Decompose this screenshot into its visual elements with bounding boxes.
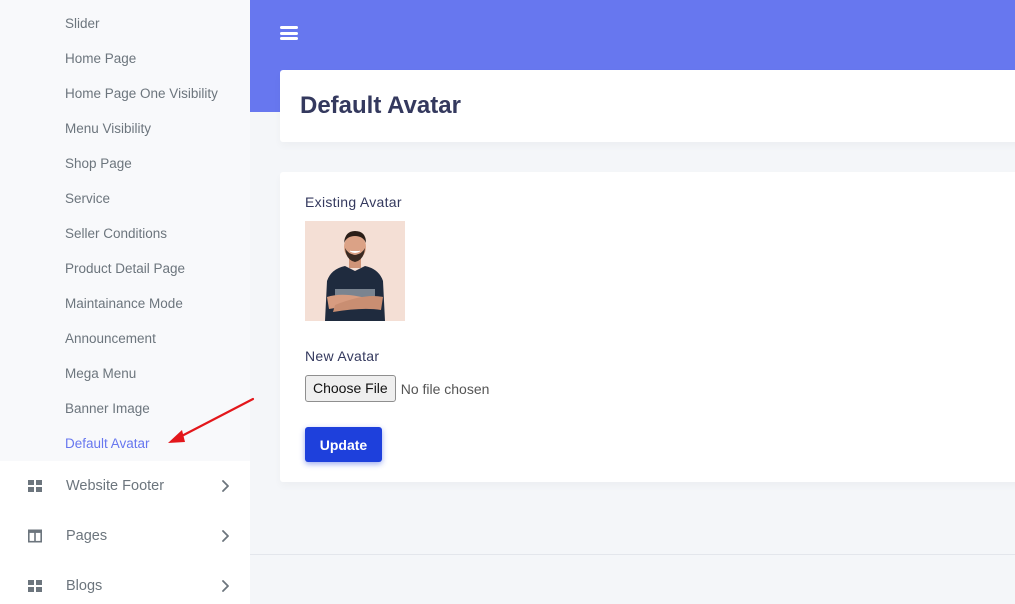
sidebar-item-website-footer[interactable]: Website Footer (0, 461, 250, 511)
sidebar-item-mega-menu[interactable]: Mega Menu (0, 356, 250, 391)
settings-submenu: Slider Home Page Home Page One Visibilit… (0, 0, 250, 461)
sidebar-item-slider[interactable]: Slider (0, 6, 250, 41)
grid-icon (28, 480, 42, 492)
columns-icon (28, 529, 42, 543)
file-status-text: No file chosen (400, 380, 490, 397)
sidebar-item-label: Blogs (66, 578, 103, 594)
page-title: Default Avatar (300, 92, 461, 119)
sidebar-item-product-detail-page[interactable]: Product Detail Page (0, 251, 250, 286)
footer-divider (250, 554, 1015, 555)
avatar-form-card: Existing Avatar New Avatar Choose File N… (280, 172, 1015, 482)
sidebar-item-menu-visibility[interactable]: Menu Visibility (0, 111, 250, 146)
sidebar-item-service[interactable]: Service (0, 181, 250, 216)
chevron-right-icon (222, 530, 229, 542)
avatar-photo (305, 221, 405, 321)
sidebar-item-default-avatar[interactable]: Default Avatar (0, 426, 250, 461)
sidebar-item-pages[interactable]: Pages (0, 511, 250, 561)
existing-avatar-label: Existing Avatar (305, 194, 402, 210)
sidebar-item-maintainance-mode[interactable]: Maintainance Mode (0, 286, 250, 321)
chevron-right-icon (222, 480, 229, 492)
hamburger-icon[interactable] (280, 24, 298, 42)
grid-icon (28, 580, 42, 592)
avatar-file-input[interactable]: Choose File No file chosen (305, 375, 489, 402)
chevron-right-icon (222, 580, 229, 592)
sidebar-item-blogs[interactable]: Blogs (0, 561, 250, 604)
sidebar-item-announcement[interactable]: Announcement (0, 321, 250, 356)
new-avatar-label: New Avatar (305, 348, 380, 364)
sidebar: Slider Home Page Home Page One Visibilit… (0, 0, 250, 604)
sidebar-item-banner-image[interactable]: Banner Image (0, 391, 250, 426)
sidebar-item-home-page-one-visibility[interactable]: Home Page One Visibility (0, 76, 250, 111)
choose-file-button[interactable]: Choose File (305, 375, 396, 402)
sidebar-item-shop-page[interactable]: Shop Page (0, 146, 250, 181)
section-header: Default Avatar (280, 70, 1015, 142)
sidebar-item-label: Pages (66, 528, 108, 544)
sidebar-item-home-page[interactable]: Home Page (0, 41, 250, 76)
sidebar-item-label: Website Footer (66, 478, 165, 494)
sidebar-item-seller-conditions[interactable]: Seller Conditions (0, 216, 250, 251)
existing-avatar-image (305, 221, 405, 321)
update-button[interactable]: Update (305, 427, 382, 462)
